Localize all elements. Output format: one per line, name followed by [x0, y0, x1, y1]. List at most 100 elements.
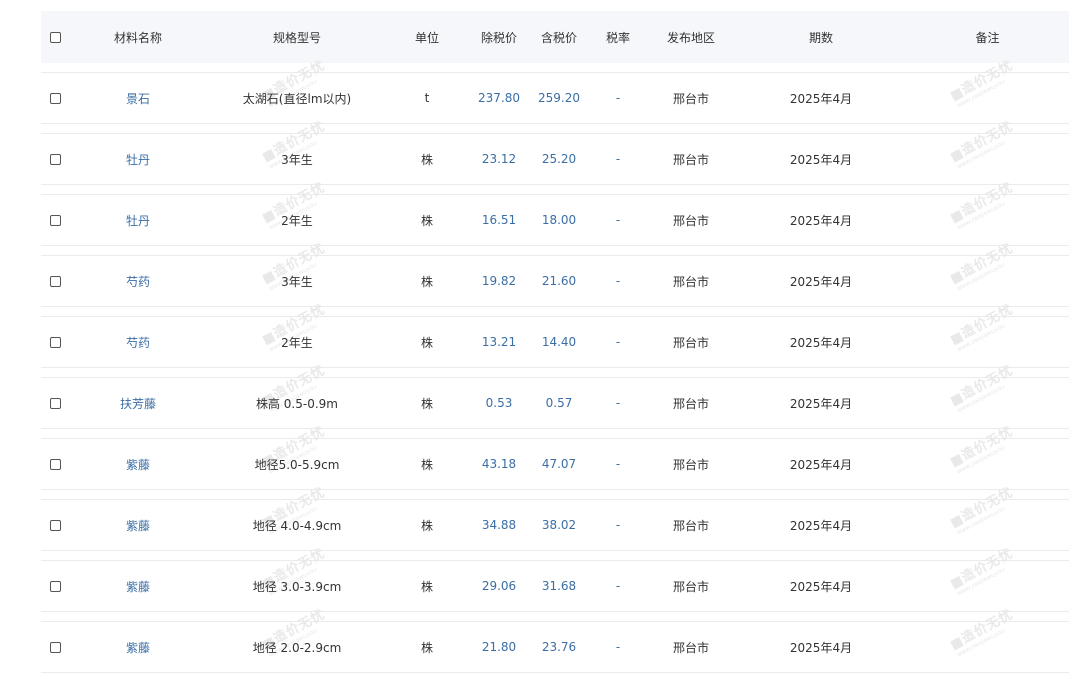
- row-checkbox[interactable]: [49, 397, 61, 409]
- period-cell: 2025年4月: [789, 274, 853, 289]
- note-cell: [941, 255, 1034, 307]
- row-checkbox[interactable]: [49, 92, 61, 104]
- row-select-cell: [41, 194, 63, 246]
- material-name-link[interactable]: 芍药: [81, 255, 195, 307]
- spec-cell: 地径5.0-5.9cm: [254, 457, 340, 472]
- price-ex-tax-cell: 16.51: [481, 213, 517, 227]
- tax-rate-cell: -: [615, 335, 621, 349]
- area-cell: 邢台市: [672, 579, 709, 594]
- price-in-tax-cell: 18.00: [541, 213, 577, 227]
- price-ex-tax-cell: 237.80: [478, 91, 520, 105]
- price-ex-tax-cell: 21.80: [481, 640, 517, 654]
- unit-cell: t: [424, 91, 430, 105]
- table-row: 造价无忧 www.zaojiawuyou 造价无忧 www.zaojiawuyo…: [41, 119, 1069, 185]
- header-name[interactable]: 材料名称: [81, 11, 195, 63]
- row-checkbox[interactable]: [49, 519, 61, 531]
- unit-cell: 株: [420, 457, 433, 472]
- note-cell: [941, 194, 1034, 246]
- spec-cell: 地径 3.0-3.9cm: [252, 579, 342, 594]
- row-checkbox[interactable]: [49, 641, 61, 653]
- row-checkbox[interactable]: [49, 580, 61, 592]
- row-select-cell: [41, 621, 63, 673]
- unit-cell: 株: [420, 213, 433, 228]
- tax-rate-cell: -: [615, 396, 621, 410]
- header-area[interactable]: 发布地区: [653, 11, 729, 63]
- row-checkbox[interactable]: [49, 153, 61, 165]
- price-in-tax-cell: 31.68: [541, 579, 577, 593]
- header-period[interactable]: 期数: [771, 11, 871, 63]
- area-cell: 邢台市: [672, 640, 709, 655]
- period-cell: 2025年4月: [789, 213, 853, 228]
- area-cell: 邢台市: [672, 396, 709, 411]
- material-name-link[interactable]: 紫藤: [81, 560, 195, 612]
- material-name-link[interactable]: 芍药: [81, 316, 195, 368]
- spec-cell: 2年生: [281, 335, 313, 350]
- area-cell: 邢台市: [672, 274, 709, 289]
- table-body: 造价无忧 www.zaojiawuyou 造价无忧 www.zaojiawuyo…: [41, 58, 1069, 673]
- period-cell: 2025年4月: [789, 640, 853, 655]
- table-row: 造价无忧 www.zaojiawuyou 造价无忧 www.zaojiawuyo…: [41, 180, 1069, 246]
- header-unit[interactable]: 单位: [401, 11, 453, 63]
- table-row: 造价无忧 www.zaojiawuyou 造价无忧 www.zaojiawuyo…: [41, 58, 1069, 124]
- row-select-cell: [41, 72, 63, 124]
- tax-rate-cell: -: [615, 152, 621, 166]
- price-ex-tax-cell: 19.82: [481, 274, 517, 288]
- material-name-link[interactable]: 扶芳藤: [81, 377, 195, 429]
- material-name-link[interactable]: 牡丹: [81, 133, 195, 185]
- tax-rate-cell: -: [615, 579, 621, 593]
- header-price-in-tax[interactable]: 含税价: [533, 11, 585, 63]
- material-name-link[interactable]: 景石: [81, 72, 195, 124]
- header-spec[interactable]: 规格型号: [212, 11, 382, 63]
- price-in-tax-cell: 0.57: [545, 396, 573, 410]
- header-price-ex-tax[interactable]: 除税价: [473, 11, 525, 63]
- price-in-tax-cell: 47.07: [541, 457, 577, 471]
- table-row: 造价无忧 www.zaojiawuyou 造价无忧 www.zaojiawuyo…: [41, 607, 1069, 673]
- table-row: 造价无忧 www.zaojiawuyou 造价无忧 www.zaojiawuyo…: [41, 546, 1069, 612]
- row-checkbox[interactable]: [49, 458, 61, 470]
- spec-cell: 3年生: [281, 274, 313, 289]
- price-ex-tax-cell: 29.06: [481, 579, 517, 593]
- price-table: 材料名称 规格型号 单位 除税价 含税价 税率 发布地区 期数 备注 造价无忧 …: [41, 11, 1069, 673]
- material-name-link[interactable]: 牡丹: [81, 194, 195, 246]
- table-row: 造价无忧 www.zaojiawuyou 造价无忧 www.zaojiawuyo…: [41, 424, 1069, 490]
- area-cell: 邢台市: [672, 91, 709, 106]
- price-in-tax-cell: 25.20: [541, 152, 577, 166]
- row-checkbox[interactable]: [49, 275, 61, 287]
- price-in-tax-cell: 23.76: [541, 640, 577, 654]
- table-row: 造价无忧 www.zaojiawuyou 造价无忧 www.zaojiawuyo…: [41, 241, 1069, 307]
- unit-cell: 株: [420, 335, 433, 350]
- spec-cell: 3年生: [281, 152, 313, 167]
- material-name-link[interactable]: 紫藤: [81, 499, 195, 551]
- table-row: 造价无忧 www.zaojiawuyou 造价无忧 www.zaojiawuyo…: [41, 363, 1069, 429]
- tax-rate-cell: -: [615, 213, 621, 227]
- note-cell: [941, 499, 1034, 551]
- table-row: 造价无忧 www.zaojiawuyou 造价无忧 www.zaojiawuyo…: [41, 302, 1069, 368]
- period-cell: 2025年4月: [789, 457, 853, 472]
- unit-cell: 株: [420, 518, 433, 533]
- material-name-link[interactable]: 紫藤: [81, 438, 195, 490]
- row-checkbox[interactable]: [49, 214, 61, 226]
- material-name-link[interactable]: 紫藤: [81, 621, 195, 673]
- row-select-cell: [41, 133, 63, 185]
- spec-cell: 太湖石(直径lm以内): [242, 91, 352, 106]
- select-all-checkbox[interactable]: [49, 31, 61, 43]
- header-note[interactable]: 备注: [941, 11, 1034, 63]
- row-select-cell: [41, 499, 63, 551]
- area-cell: 邢台市: [672, 152, 709, 167]
- tax-rate-cell: -: [615, 457, 621, 471]
- row-select-cell: [41, 255, 63, 307]
- price-in-tax-cell: 259.20: [538, 91, 580, 105]
- period-cell: 2025年4月: [789, 335, 853, 350]
- note-cell: [941, 316, 1034, 368]
- select-all-cell: [41, 11, 63, 63]
- row-select-cell: [41, 377, 63, 429]
- row-checkbox[interactable]: [49, 336, 61, 348]
- spec-cell: 地径 2.0-2.9cm: [252, 640, 342, 655]
- header-tax-rate[interactable]: 税率: [596, 11, 640, 63]
- price-ex-tax-cell: 13.21: [481, 335, 517, 349]
- price-ex-tax-cell: 34.88: [481, 518, 517, 532]
- price-ex-tax-cell: 43.18: [481, 457, 517, 471]
- tax-rate-cell: -: [615, 274, 621, 288]
- price-in-tax-cell: 21.60: [541, 274, 577, 288]
- period-cell: 2025年4月: [789, 91, 853, 106]
